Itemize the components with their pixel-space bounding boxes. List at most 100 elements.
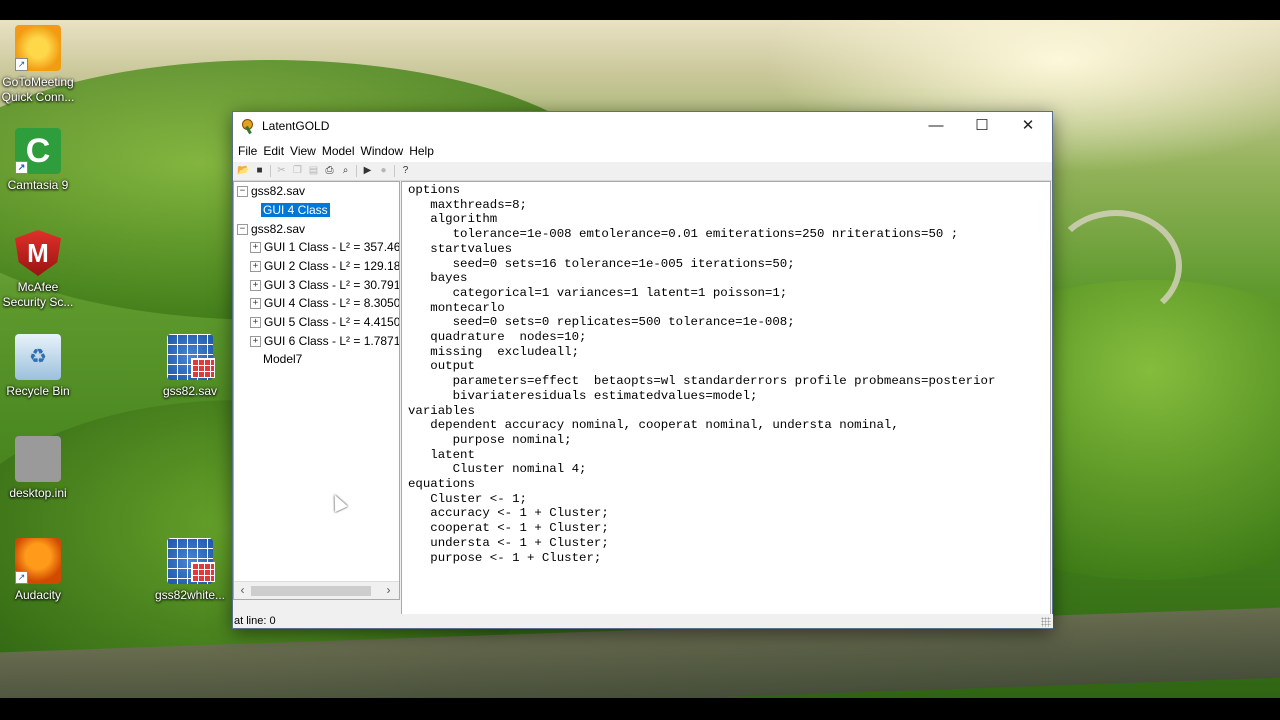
camtasia-icon: C ↗ [15, 128, 61, 174]
code-line[interactable]: purpose <- 1 + Cluster; [408, 551, 1050, 566]
status-text: at line: 0 [234, 615, 276, 627]
code-line[interactable]: options [408, 183, 1050, 198]
shortcut-arrow-icon: ↗ [15, 58, 28, 71]
code-line[interactable]: latent [408, 448, 1050, 463]
code-line[interactable]: seed=0 sets=0 replicates=500 tolerance=1… [408, 315, 1050, 330]
collapse-icon[interactable]: − [237, 186, 248, 198]
desktop-icon-label: Audacity [14, 588, 62, 602]
menu-bar: File Edit View Model Window Help [233, 140, 1052, 162]
code-line[interactable]: Cluster nominal 4; [408, 462, 1050, 477]
open-icon[interactable]: 📂 [237, 165, 250, 177]
tree-node-model7[interactable]: Model7 [263, 350, 302, 368]
desktop-icon-audacity[interactable]: ↗ Audacity [0, 538, 78, 603]
tree-node-label: GUI 1 Class - L² = 357.469 [264, 240, 400, 254]
maximize-button[interactable]: ☐ [959, 112, 1005, 140]
desktop-icon-gss82-sav[interactable]: gss82.sav [150, 334, 230, 399]
desktop-icon-label: gss82.sav [162, 384, 218, 398]
minimize-button[interactable]: — [913, 112, 959, 140]
close-button[interactable]: ✕ [1005, 112, 1051, 140]
code-line[interactable]: cooperat <- 1 + Cluster; [408, 521, 1050, 536]
desktop-icon-camtasia[interactable]: C ↗ Camtasia 9 [0, 128, 78, 193]
menu-help[interactable]: Help [406, 140, 437, 162]
code-line[interactable]: parameters=effect betaopts=wl standarder… [408, 374, 1050, 389]
syntax-code[interactable]: options maxthreads=8; algorithm toleranc… [402, 182, 1050, 565]
code-line[interactable]: equations [408, 477, 1050, 492]
code-line[interactable]: bayes [408, 271, 1050, 286]
tree-horizontal-scrollbar[interactable]: ‹ › [234, 581, 399, 599]
desktop-icon-desktop-ini[interactable]: desktop.ini [0, 436, 78, 501]
expand-icon[interactable]: + [250, 336, 261, 348]
recycle-bin-icon: ♻ [15, 334, 61, 380]
code-line[interactable]: output [408, 359, 1050, 374]
print-icon[interactable]: ⎙ [323, 165, 336, 177]
expand-icon[interactable]: + [250, 280, 261, 292]
tree-node-model[interactable]: + GUI 6 Class - L² = 1.7871 [250, 332, 400, 350]
print-preview-icon[interactable]: ⌕ [339, 165, 352, 177]
latentgold-window: LatentGOLD — ☐ ✕ File Edit View Model Wi… [232, 111, 1053, 629]
desktop-icon-gotomeeting[interactable]: ↗ GoToMeeting Quick Conn... [0, 25, 78, 105]
copy-icon[interactable]: ❐ [291, 165, 304, 177]
tree-node-label: GUI 6 Class - L² = 1.7871 [264, 334, 400, 348]
desktop-icon-label: Recycle Bin [6, 384, 70, 398]
scroll-left-icon[interactable]: ‹ [234, 582, 251, 599]
scroll-right-icon[interactable]: › [380, 582, 397, 599]
spss-data-file-icon [167, 538, 215, 584]
code-line[interactable]: dependent accuracy nominal, cooperat nom… [408, 418, 1050, 433]
cut-icon[interactable]: ✂ [275, 165, 288, 177]
tree-node-model[interactable]: + GUI 5 Class - L² = 4.4150 [250, 313, 399, 331]
resize-grip-icon[interactable] [1041, 617, 1051, 627]
expand-icon[interactable]: + [250, 298, 261, 310]
code-line[interactable]: maxthreads=8; [408, 198, 1050, 213]
desktop-icon-mcafee[interactable]: M McAfee Security Sc... [0, 230, 78, 310]
stop-icon[interactable]: ● [377, 165, 390, 177]
code-line[interactable]: accuracy <- 1 + Cluster; [408, 506, 1050, 521]
code-line[interactable]: tolerance=1e-008 emtolerance=0.01 emiter… [408, 227, 1050, 242]
tree-node-dataset[interactable]: − gss82.sav [237, 220, 305, 238]
expand-icon[interactable]: + [250, 317, 261, 329]
code-line[interactable]: missing excludeall; [408, 345, 1050, 360]
code-line[interactable]: understa <- 1 + Cluster; [408, 536, 1050, 551]
menu-edit[interactable]: Edit [260, 140, 287, 162]
code-line[interactable]: montecarlo [408, 301, 1050, 316]
code-line[interactable]: variables [408, 404, 1050, 419]
code-line[interactable]: algorithm [408, 212, 1050, 227]
tree-node-label: GUI 3 Class - L² = 30.7910 [264, 278, 400, 292]
tree-node-model[interactable]: + GUI 1 Class - L² = 357.469 [250, 238, 400, 256]
save-icon[interactable]: ■ [253, 165, 266, 177]
menu-window[interactable]: Window [358, 140, 407, 162]
tree-node-gui-4-class-selected[interactable]: GUI 4 Class [260, 201, 331, 219]
run-icon[interactable]: ▶ [361, 165, 374, 177]
wallpaper-road-curve [1050, 210, 1182, 322]
tree-node-model[interactable]: + GUI 2 Class - L² = 129.184 [250, 257, 399, 275]
desktop-icon-gss82white[interactable]: gss82white... [150, 538, 230, 603]
paste-icon[interactable]: ▤ [307, 165, 320, 177]
tree-node-model[interactable]: + GUI 3 Class - L² = 30.7910 [250, 276, 400, 294]
code-line[interactable]: Cluster <- 1; [408, 492, 1050, 507]
code-line[interactable]: bivariateresiduals estimatedvalues=model… [408, 389, 1050, 404]
expand-icon[interactable]: + [250, 242, 261, 254]
model-tree[interactable]: − gss82.sav GUI 4 Class − gss82.sav + GUI 1… [233, 181, 400, 600]
expand-icon[interactable]: + [250, 261, 261, 273]
tree-node-model[interactable]: + GUI 4 Class - L² = 8.3050 [250, 294, 399, 312]
code-line[interactable]: quadrature nodes=10; [408, 330, 1050, 345]
collapse-icon[interactable]: − [237, 224, 248, 236]
syntax-editor[interactable]: options maxthreads=8; algorithm toleranc… [401, 181, 1051, 617]
desktop-icon-recycle-bin[interactable]: ♻ Recycle Bin [0, 334, 78, 399]
spss-data-file-icon [167, 334, 215, 380]
scrollbar-thumb[interactable] [251, 586, 371, 596]
desktop-icon-label: gss82white... [154, 588, 226, 602]
help-icon[interactable]: ? [399, 165, 412, 177]
audacity-icon: ↗ [15, 538, 61, 584]
menu-model[interactable]: Model [319, 140, 358, 162]
title-bar[interactable]: LatentGOLD — ☐ ✕ [233, 112, 1052, 140]
desktop-icon-label: McAfee Security Sc... [2, 280, 74, 309]
code-line[interactable]: seed=0 sets=16 tolerance=1e-005 iteratio… [408, 257, 1050, 272]
code-line[interactable]: purpose nominal; [408, 433, 1050, 448]
window-title: LatentGOLD [262, 119, 330, 133]
code-line[interactable]: startvalues [408, 242, 1050, 257]
menu-file[interactable]: File [235, 140, 260, 162]
menu-view[interactable]: View [287, 140, 319, 162]
tree-node-dataset[interactable]: − gss82.sav [237, 182, 305, 200]
code-line[interactable]: categorical=1 variances=1 latent=1 poiss… [408, 286, 1050, 301]
tree-node-label: Model7 [263, 352, 303, 366]
